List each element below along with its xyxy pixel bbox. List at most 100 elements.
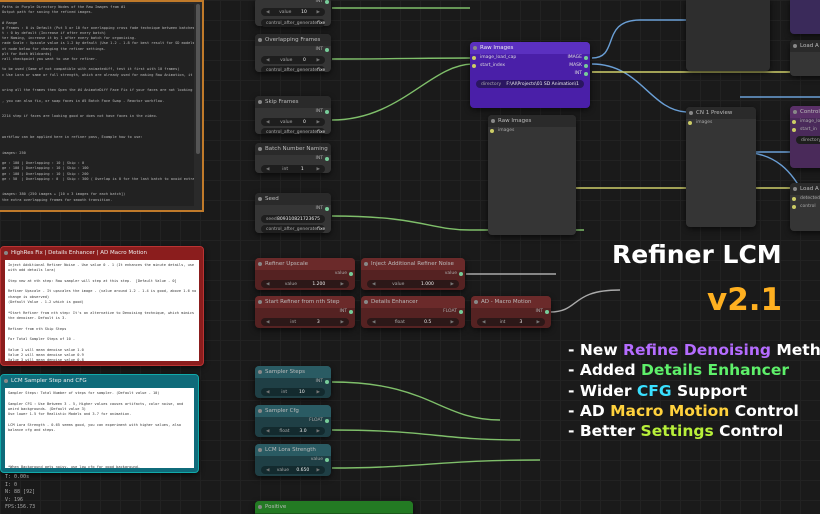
- cn-preview-title[interactable]: CN 1 Preview: [686, 107, 756, 119]
- node-overlapping-frames[interactable]: Overlapping Frames INT ◀ value 0 ▶ control_…: [255, 34, 331, 72]
- skip-output[interactable]: INT: [255, 108, 331, 116]
- sampler-steps-output[interactable]: INT: [255, 378, 331, 386]
- right-control-in2[interactable]: start_in: [790, 126, 820, 134]
- raw-images-out-int[interactable]: INT: [567, 70, 590, 78]
- right-control2-in2[interactable]: control: [790, 203, 820, 211]
- right-control-title[interactable]: Control: [790, 106, 820, 118]
- note-lcm-text: Sampler Steps: Total Number of steps for…: [5, 388, 194, 468]
- node-skip-frames[interactable]: Skip Frames INT ◀ value 0 ▶ control_after_g…: [255, 96, 331, 134]
- sampler-cfg-output[interactable]: FLOAT: [255, 417, 331, 425]
- overlapping-control[interactable]: control_after_generatefixed: [261, 66, 325, 72]
- note-highres[interactable]: HighRes Fix | Details Enhancer | AD Macr…: [0, 246, 204, 366]
- top-int-widget[interactable]: ◀ value 10 ▶: [261, 8, 325, 16]
- details-enhancer-value: 0.5: [424, 319, 432, 325]
- node-right-control[interactable]: Control image_lo start_in directory: [790, 106, 820, 168]
- right-load2-title[interactable]: Load A: [790, 183, 820, 195]
- inject-noise-widget[interactable]: ◀ value 1.000 ▶: [367, 280, 459, 288]
- top-control-widget[interactable]: control_after_generatefixed: [261, 19, 325, 27]
- node-inject-noise[interactable]: Inject Additional Refiner Noise value ◀ v…: [361, 258, 465, 290]
- note-lcm[interactable]: LCM Sampler Step and CFG Sampler Steps: …: [0, 374, 199, 473]
- node-cn-preview[interactable]: CN 1 Preview images: [686, 107, 756, 227]
- node-start-refiner[interactable]: Start Refiner from nth Step INT ◀ int 3 ▶: [255, 296, 355, 328]
- details-enhancer-label: float: [394, 319, 405, 325]
- overlapping-widget[interactable]: ◀ value 0 ▶: [261, 56, 325, 64]
- node-raw-images-preview[interactable]: Raw Images images: [488, 115, 576, 235]
- node-right-load-a1[interactable]: Load A: [790, 40, 820, 76]
- start-refiner-output[interactable]: INT: [255, 308, 355, 316]
- node-right-load-a2[interactable]: Load A detected_o control: [790, 183, 820, 231]
- inject-noise-title[interactable]: Inject Additional Refiner Noise: [361, 258, 465, 270]
- node-lcm-lora-strength[interactable]: LCM Lora Strength value ◀ value 0.650 ▶: [255, 444, 331, 476]
- details-enhancer-title[interactable]: Details Enhancer: [361, 296, 465, 308]
- feature-highlight: Macro Motion: [610, 401, 730, 420]
- details-enhancer-output[interactable]: FLOAT: [361, 308, 465, 316]
- feature-prefix: - AD: [568, 401, 611, 420]
- seed-widget[interactable]: seed 809310821723675: [261, 215, 325, 223]
- overlapping-output[interactable]: INT: [255, 46, 331, 54]
- right-load1-title[interactable]: Load A: [790, 40, 820, 52]
- node-top-dark[interactable]: [686, 0, 770, 71]
- skip-widget[interactable]: ◀ value 0 ▶: [261, 118, 325, 126]
- sampler-cfg-widget[interactable]: ◀ float 3.0 ▶: [261, 427, 325, 435]
- seed-control[interactable]: control_after_generatefixed: [261, 225, 325, 233]
- lcm-lora-value: 0.650: [296, 467, 310, 473]
- batch-naming-widget[interactable]: ◀ int 1 ▶: [261, 165, 325, 173]
- refiner-upscale-output[interactable]: value: [255, 270, 355, 278]
- note-paths[interactable]: Paths in Purple Directory Nodes of the R…: [0, 0, 204, 212]
- raw-images-out-image[interactable]: IMAGE: [567, 54, 590, 62]
- raw-preview-title[interactable]: Raw Images: [488, 115, 576, 127]
- raw-images-directory[interactable]: directory F:\AI\Projects\01 SD Animation\…: [476, 80, 584, 88]
- node-batch-naming[interactable]: Batch Number Naming INT ◀ int 1 ▶: [255, 143, 331, 173]
- start-refiner-title[interactable]: Start Refiner from nth Step: [255, 296, 355, 308]
- node-ad-macro-motion[interactable]: AD - Macro Motion INT ◀ int 3 ▶: [471, 296, 551, 328]
- node-seed[interactable]: Seed INT seed 809310821723675 control_aft…: [255, 193, 331, 233]
- feature-suffix: Method: [776, 341, 820, 359]
- raw-preview-in-images[interactable]: images: [488, 127, 576, 135]
- node-sampler-steps[interactable]: Sampler Steps INT ◀ int 10 ▶: [255, 366, 331, 398]
- raw-images-out-mask[interactable]: MASK: [567, 62, 590, 70]
- node-details-enhancer[interactable]: Details Enhancer FLOAT ◀ float 0.5 ▶: [361, 296, 465, 328]
- right-control-in1[interactable]: image_lo: [790, 118, 820, 126]
- note-scrollbar[interactable]: [196, 4, 200, 154]
- ad-macro-title[interactable]: AD - Macro Motion: [471, 296, 551, 308]
- refiner-upscale-widget[interactable]: ◀ value 1.200 ▶: [261, 280, 349, 288]
- positive-title[interactable]: Positive: [255, 501, 413, 513]
- start-refiner-widget[interactable]: ◀ int 3 ▶: [261, 318, 349, 326]
- ad-macro-widget[interactable]: ◀ int 3 ▶: [477, 318, 545, 326]
- sampler-steps-title[interactable]: Sampler Steps: [255, 366, 331, 378]
- node-positive[interactable]: Positive: [255, 501, 413, 514]
- sampler-cfg-title[interactable]: Sampler Cfg: [255, 405, 331, 417]
- lcm-lora-title[interactable]: LCM Lora Strength: [255, 444, 331, 456]
- lcm-lora-output[interactable]: value: [255, 456, 331, 464]
- right-control2-in1[interactable]: detected_o: [790, 195, 820, 203]
- node-graph-canvas[interactable]: Paths in Purple Directory Nodes of the R…: [0, 0, 820, 514]
- node-sampler-cfg[interactable]: Sampler Cfg FLOAT ◀ float 3.0 ▶: [255, 405, 331, 437]
- raw-images-loader-title[interactable]: Raw Images: [470, 42, 590, 54]
- raw-images-in-start[interactable]: start_index: [470, 62, 516, 70]
- top-int-output[interactable]: INT: [255, 0, 331, 6]
- skip-title[interactable]: Skip Frames: [255, 96, 331, 108]
- node-raw-images-loader[interactable]: Raw Images image_load_cap start_index IM…: [470, 42, 590, 108]
- batch-naming-output[interactable]: INT: [255, 155, 331, 163]
- note-highres-title: HighRes Fix | Details Enhancer | AD Macr…: [1, 247, 203, 259]
- node-refiner-upscale[interactable]: Refiner Upscale value ◀ value 1.200 ▶: [255, 258, 355, 290]
- lcm-lora-widget[interactable]: ◀ value 0.650 ▶: [261, 466, 325, 474]
- node-right-top-purple[interactable]: [790, 0, 820, 34]
- ad-macro-output[interactable]: INT: [471, 308, 551, 316]
- feature-highlight: Refine Denoising: [623, 341, 771, 359]
- sampler-steps-widget[interactable]: ◀ int 10 ▶: [261, 388, 325, 396]
- raw-images-in-cap[interactable]: image_load_cap: [470, 54, 516, 62]
- inject-noise-output[interactable]: value: [361, 270, 465, 278]
- right-control-dir[interactable]: directory: [796, 136, 820, 144]
- feature-item: - AD Macro Motion Control: [568, 401, 820, 421]
- cn-preview-in-images[interactable]: images: [686, 119, 756, 127]
- seed-output[interactable]: INT: [255, 205, 331, 213]
- overlapping-title[interactable]: Overlapping Frames: [255, 34, 331, 46]
- batch-naming-title[interactable]: Batch Number Naming: [255, 143, 331, 155]
- node-top-control[interactable]: control_after_generatefixed: [255, 17, 331, 29]
- seed-title[interactable]: Seed: [255, 193, 331, 205]
- refiner-upscale-title[interactable]: Refiner Upscale: [255, 258, 355, 270]
- feature-suffix: Support: [671, 381, 748, 400]
- skip-control[interactable]: control_after_generatefixed: [261, 128, 325, 134]
- details-enhancer-widget[interactable]: ◀ float 0.5 ▶: [367, 318, 459, 326]
